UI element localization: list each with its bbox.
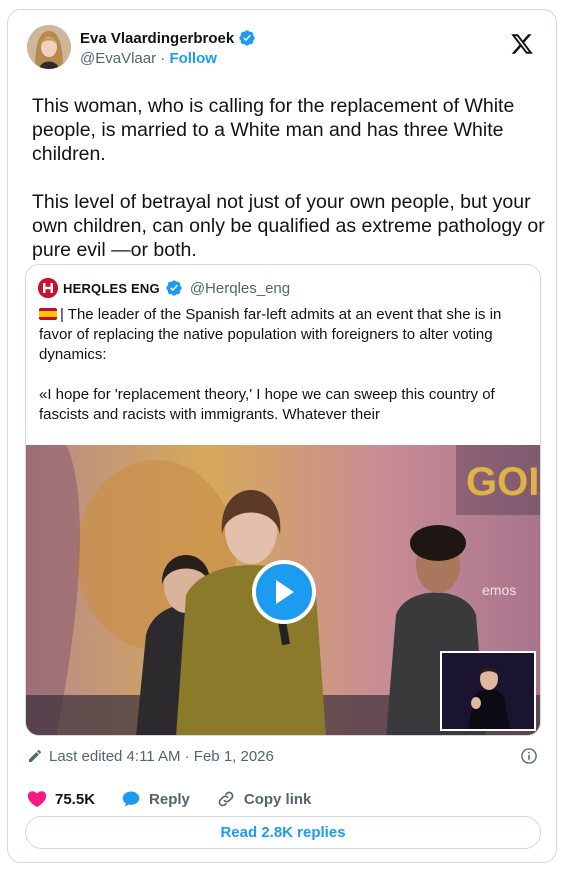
read-replies-button[interactable]: Read 2.8K replies xyxy=(25,816,541,849)
quoted-author-name[interactable]: HERQLES ENG xyxy=(63,281,160,296)
author-avatar[interactable] xyxy=(27,25,71,69)
quoted-text: | The leader of the Spanish far-left adm… xyxy=(39,305,531,425)
reply-button[interactable]: Reply xyxy=(121,789,190,809)
tweet-header: Eva Vlaardingerbroek @EvaVlaar · Follow xyxy=(27,24,542,76)
info-icon[interactable] xyxy=(520,747,538,765)
reply-label: Reply xyxy=(149,790,190,808)
author-handle-row: @EvaVlaar · Follow xyxy=(80,50,217,67)
quoted-avatar[interactable] xyxy=(38,278,58,298)
quoted-text-body: | The leader of the Spanish far-left adm… xyxy=(39,306,502,423)
avatar-image xyxy=(27,25,71,69)
edited-timestamp[interactable]: Last edited 4:11 AM · Feb 1, 2026 xyxy=(49,748,274,765)
spain-flag-icon xyxy=(39,308,57,320)
sign-language-inset xyxy=(440,651,536,731)
link-icon xyxy=(218,791,234,807)
handle-separator: · xyxy=(160,50,166,67)
video-bg-text-2: emos xyxy=(482,582,516,598)
herqles-logo-icon xyxy=(38,278,58,298)
play-icon xyxy=(276,580,294,604)
play-button[interactable] xyxy=(252,560,316,624)
pencil-icon xyxy=(29,749,42,762)
like-button[interactable]: 75.5K xyxy=(27,789,95,809)
copy-link-label: Copy link xyxy=(243,790,312,808)
video-bg-text-1: GOI xyxy=(466,460,539,504)
quoted-author-handle[interactable]: @Herqles_eng xyxy=(190,280,290,297)
copy-link-button[interactable]: Copy link xyxy=(216,789,312,809)
tweet-text: This woman, who is calling for the repla… xyxy=(32,95,545,261)
x-logo-icon[interactable] xyxy=(510,32,534,56)
quoted-video[interactable]: GOI emos xyxy=(26,445,540,735)
quoted-header: HERQLES ENG @Herqles_eng xyxy=(38,278,290,298)
author-name-row: Eva Vlaardingerbroek xyxy=(80,29,256,47)
like-count: 75.5K xyxy=(55,790,96,808)
quoted-tweet[interactable]: HERQLES ENG @Herqles_eng | The leader of… xyxy=(25,264,541,736)
heart-icon xyxy=(27,791,47,807)
tweet-card: Eva Vlaardingerbroek @EvaVlaar · Follow … xyxy=(7,9,557,863)
tweet-meta: Last edited 4:11 AM · Feb 1, 2026 xyxy=(27,746,538,766)
interpreter-image xyxy=(442,653,534,729)
verified-badge-icon xyxy=(239,30,255,46)
verified-badge-icon xyxy=(166,280,182,296)
author-handle[interactable]: @EvaVlaar xyxy=(80,50,156,67)
author-name[interactable]: Eva Vlaardingerbroek xyxy=(80,30,234,47)
tweet-actions: 75.5K Reply Copy link xyxy=(27,788,337,810)
reply-bubble-icon xyxy=(122,791,140,807)
follow-button[interactable]: Follow xyxy=(169,50,217,67)
